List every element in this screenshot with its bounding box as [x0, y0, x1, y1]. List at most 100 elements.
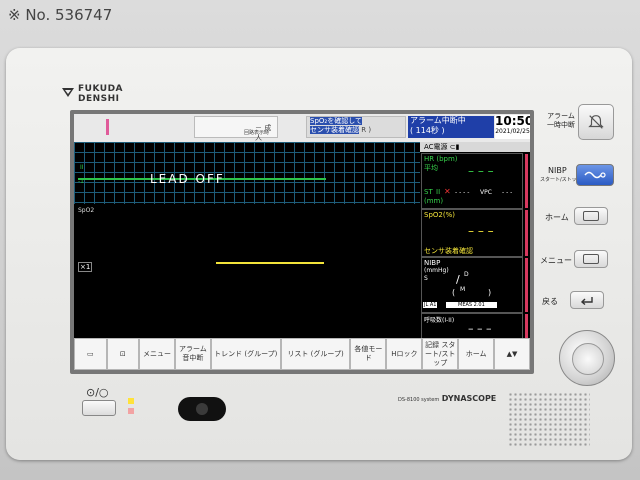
- softkey-2[interactable]: ⊡: [106, 338, 140, 370]
- softkey-bar: ▭ ⊡ メニュー アラーム音中断 トレンド (グループ) リスト (グループ) …: [74, 338, 530, 370]
- alarm-indicator-bar: [106, 119, 109, 135]
- spo2-alert-bar: [525, 210, 528, 256]
- nibp-s-label: S: [424, 275, 428, 282]
- spo2-msg-suffix: R ): [361, 126, 372, 134]
- spo2-wave-label: SpO2: [78, 207, 95, 214]
- ecg-gain-label: -1: [78, 178, 84, 185]
- sensor-lens: [196, 403, 208, 415]
- nibp-footer-left: JL A1: [423, 302, 438, 308]
- softkey-hlock[interactable]: Hロック: [386, 338, 423, 370]
- hr-sub: 平均: [424, 164, 438, 172]
- hr-alert-bar: [525, 154, 528, 208]
- nibp-button-label1: NIBP: [548, 166, 567, 175]
- st-lead: II: [436, 188, 441, 196]
- ac-led: [128, 398, 134, 404]
- ac-power-header: AC電源 ⊂▮: [420, 142, 530, 152]
- rotary-knob[interactable]: [559, 330, 615, 386]
- scroll-arrows-icon: ▲▼: [506, 349, 518, 358]
- alarm-pause-button[interactable]: [578, 104, 614, 140]
- nibp-paren-open: (: [452, 288, 456, 297]
- spo2-label: SpO2(%): [424, 211, 455, 219]
- menu-button[interactable]: [574, 250, 608, 268]
- nibp-box[interactable]: NIBP (mmHg) S / D ( M ) JL A1 MEAS 2.01: [421, 257, 523, 313]
- spo2-box[interactable]: SpO2(%) – – – センサ装着確認: [421, 209, 523, 257]
- softkey-value-mode[interactable]: 各値モード: [350, 338, 387, 370]
- spo2-status: センサ装着確認: [424, 247, 473, 255]
- model-name: DYNASCOPE: [441, 394, 497, 403]
- softkey-alarm-silence[interactable]: アラーム音中断: [174, 338, 211, 370]
- alarm-status-text: アラーム中断中: [410, 116, 466, 125]
- speaker-grille: [508, 392, 590, 448]
- st-label: ST: [424, 188, 433, 196]
- catalog-number: ※ No. 536747: [8, 6, 113, 24]
- softkey-scroll[interactable]: ▲▼: [494, 338, 530, 370]
- home-icon: [583, 211, 599, 221]
- power-button[interactable]: [82, 400, 116, 416]
- alarm-countdown: ( 114秒 ): [410, 126, 445, 135]
- nibp-m-label: M: [460, 286, 466, 293]
- bell-off-icon: [588, 115, 604, 129]
- alarm-pause-label: アラーム 一時中断: [547, 112, 575, 129]
- nibp-label: NIBP: [424, 259, 441, 267]
- ecg-grid: [74, 142, 420, 204]
- spo2-msg-line2: センサ装着確認: [310, 126, 359, 134]
- softkey-menu[interactable]: メニュー: [139, 338, 175, 370]
- brand-line1: FUKUDA: [78, 84, 124, 94]
- brand-logo: FUKUDA DENSHI: [62, 84, 152, 108]
- top-status-bar: － 成人 回路表示時 SpO₂を確認して センサ装着確認 R ) アラーム中断中…: [74, 114, 530, 142]
- nibp-alert-bar: [525, 258, 528, 312]
- softkey-home[interactable]: ホーム: [458, 338, 495, 370]
- nibp-unit: (mmHg): [424, 267, 449, 274]
- softkey-hlock-label: Hロック: [391, 349, 418, 358]
- alarm-suspended-box: アラーム中断中 ( 114秒 ): [408, 116, 494, 138]
- menu-icon: [583, 254, 599, 264]
- softkey-trend-label: トレンド (グループ): [214, 349, 278, 358]
- resp-value: – – –: [468, 322, 492, 335]
- spo2-msg-line1: SpO₂を確認して: [310, 117, 362, 125]
- softkey-record[interactable]: 記録 スタート/ストップ: [422, 338, 459, 370]
- model-series: DS-8100 system: [398, 397, 440, 403]
- fukuda-logo-icon: [62, 88, 74, 97]
- softkey-list[interactable]: リスト (グループ): [280, 338, 351, 370]
- clock: 10:50 2021/02/25: [495, 115, 530, 139]
- nibp-d-label: D: [464, 271, 469, 278]
- vitals-panel: AC電源 ⊂▮ HR (bpm) 平均 – – – ST II (mm) ✕ -…: [420, 142, 530, 339]
- lead-off-message: LEAD OFF: [150, 172, 225, 186]
- home-button[interactable]: [574, 207, 608, 225]
- spo2-value: – – –: [468, 224, 494, 238]
- rotary-knob-center: [572, 343, 604, 375]
- back-button-label: 戻る: [542, 297, 558, 306]
- softkey-list-label: リスト (グループ): [287, 349, 344, 358]
- spo2-message: SpO₂を確認して センサ装着確認 R ): [306, 116, 406, 138]
- scale-label[interactable]: ×1: [78, 262, 93, 272]
- softkey-value-mode-label: 各値モード: [354, 345, 383, 362]
- model-label: DS-8100 system DYNASCOPE: [398, 394, 496, 403]
- vpc-label: VPC: [480, 189, 492, 196]
- monitor-screen: － 成人 回路表示時 SpO₂を確認して センサ装着確認 R ) アラーム中断中…: [70, 110, 534, 374]
- battery-led: [128, 408, 134, 414]
- layout-icon: ⊡: [119, 349, 126, 358]
- home-button-label: ホーム: [545, 213, 569, 222]
- return-arrow-icon: [580, 297, 593, 305]
- ecg-lead-label: II: [80, 164, 84, 171]
- nibp-footer-right: MEAS 2.01: [446, 302, 497, 308]
- softkey-trend[interactable]: トレンド (グループ): [210, 338, 281, 370]
- softkey-alarm-label: アラーム音中断: [178, 345, 207, 362]
- resp-box[interactable]: 呼吸数(I-II) – – –: [421, 313, 523, 339]
- nibp-start-button[interactable]: [576, 164, 614, 186]
- st-value: - - - -: [455, 189, 470, 196]
- menu-button-label: メニュー: [540, 256, 572, 265]
- st-unit: (mm): [424, 197, 444, 205]
- hr-box[interactable]: HR (bpm) 平均 – – – ST II (mm) ✕ - - - - V…: [421, 153, 523, 209]
- screen-icon: ▭: [86, 349, 94, 358]
- power-icon: ⊙/○: [86, 386, 109, 399]
- circuit-note: 回路表示時: [244, 130, 270, 136]
- plug-icon: ⊂▮: [449, 143, 460, 151]
- back-button[interactable]: [570, 291, 604, 309]
- clock-date: 2021/02/25: [495, 128, 530, 135]
- hr-label: HR (bpm): [424, 155, 458, 163]
- ambient-sensor: [178, 397, 226, 421]
- spo2-trace: [216, 262, 324, 264]
- softkey-1[interactable]: ▭: [74, 338, 107, 370]
- nibp-paren-close: ): [488, 288, 492, 297]
